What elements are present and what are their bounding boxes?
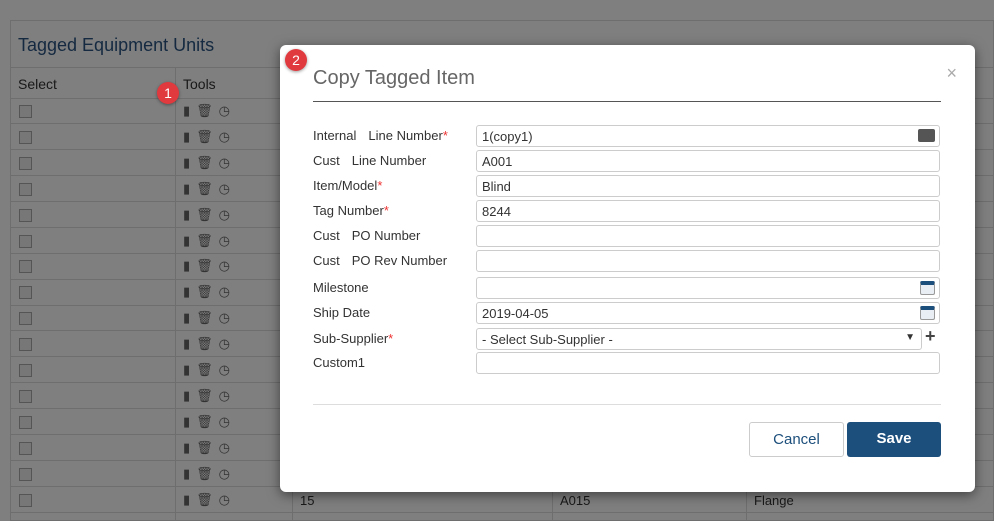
field-input[interactable]: 2019-04-05 <box>476 302 940 324</box>
label-text: Cust <box>313 153 340 168</box>
close-icon[interactable]: × <box>946 63 957 84</box>
field-value: - Select Sub-Supplier - <box>482 332 613 347</box>
field-label: Tag Number* <box>313 203 389 218</box>
label-text: Line Number <box>368 128 443 143</box>
copy-tagged-item-dialog: Copy Tagged Item × Internal Line Number* 1… <box>280 45 975 492</box>
label-text: Internal <box>313 128 357 143</box>
field-value: Blind <box>482 179 511 194</box>
field-label: Sub-Supplier* <box>313 331 393 346</box>
field-input[interactable]: A001 <box>476 150 940 172</box>
footer-divider <box>313 404 941 405</box>
field-input[interactable]: Blind <box>476 175 940 197</box>
field-label: Milestone <box>313 280 369 295</box>
add-sub-supplier-icon[interactable]: + <box>925 326 936 347</box>
field-value: A001 <box>482 154 513 169</box>
field-input[interactable]: 1(copy1) <box>476 125 940 147</box>
label-text: Cust <box>313 228 340 243</box>
field-label: Custom1 <box>313 355 365 370</box>
field-label: Item/Model* <box>313 178 382 193</box>
label-text: PO Number <box>351 228 421 243</box>
required-marker: * <box>442 128 448 143</box>
contact-card-icon[interactable] <box>918 129 935 142</box>
label-text: Cust <box>313 253 340 268</box>
field-input[interactable] <box>476 352 940 374</box>
dialog-title: Copy Tagged Item <box>313 67 475 89</box>
label-text: Ship Date <box>313 305 371 320</box>
field-value: 2019-04-05 <box>482 306 549 321</box>
label-text: Custom1 <box>313 355 366 370</box>
field-value: 8244 <box>482 204 511 219</box>
required-marker: * <box>377 178 383 193</box>
sub-supplier-select[interactable]: - Select Sub-Supplier - ▼ <box>476 328 922 350</box>
callout-badge-2: 2 <box>285 49 307 71</box>
page: Tagged Equipment Units Select Tools ▮🗑◷▮… <box>0 0 994 521</box>
field-label: Ship Date <box>313 305 370 320</box>
field-label: Internal Line Number* <box>313 128 448 143</box>
chevron-down-icon[interactable]: ▼ <box>905 332 915 343</box>
field-value: 1(copy1) <box>482 129 533 144</box>
field-label: Cust Line Number <box>313 153 426 168</box>
field-label: Cust PO Rev Number <box>313 253 447 268</box>
title-divider <box>313 101 941 102</box>
calendar-icon[interactable] <box>920 281 935 295</box>
cancel-button[interactable]: Cancel <box>749 422 844 457</box>
callout-badge-1: 1 <box>157 82 179 104</box>
label-text: Milestone <box>313 280 369 295</box>
field-input[interactable]: 8244 <box>476 200 940 222</box>
label-text: Sub-Supplier <box>313 331 389 346</box>
required-marker: * <box>383 203 389 218</box>
field-input[interactable] <box>476 277 940 299</box>
calendar-icon[interactable] <box>920 306 935 320</box>
field-input[interactable] <box>476 250 940 272</box>
field-label: Cust PO Number <box>313 228 420 243</box>
label-text: Item/Model <box>313 178 378 193</box>
label-text: PO Rev Number <box>351 253 448 268</box>
label-text: Line Number <box>351 153 427 168</box>
field-input[interactable] <box>476 225 940 247</box>
label-text: Tag Number <box>313 203 384 218</box>
required-marker: * <box>388 331 394 346</box>
save-button[interactable]: Save <box>847 422 941 457</box>
